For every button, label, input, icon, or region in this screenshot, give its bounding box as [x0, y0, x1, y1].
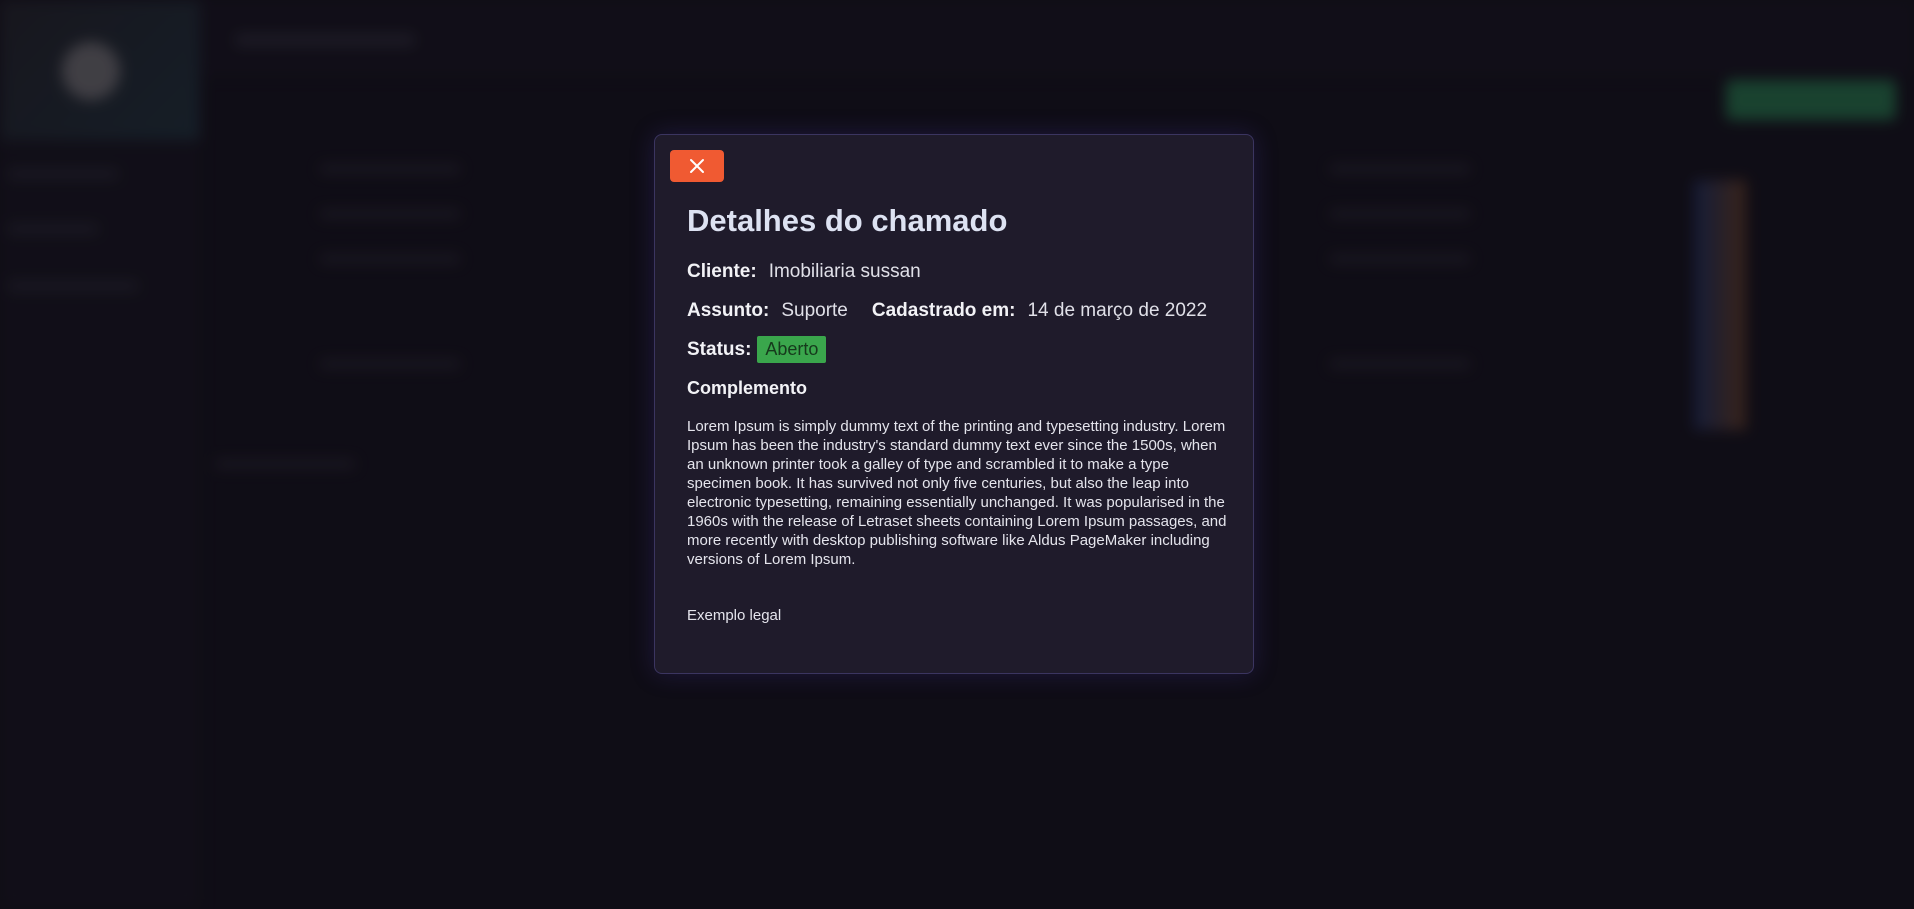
modal-title: Detalhes do chamado	[687, 203, 1008, 238]
subject-label: Assunto:	[687, 300, 770, 321]
created-label: Cadastrado em:	[871, 300, 1016, 321]
complement-note: Exemplo legal	[687, 607, 782, 624]
subject-row: Assunto: Suporte Cadastrado em: 14 de ma…	[687, 300, 1207, 322]
close-button[interactable]	[670, 150, 724, 182]
created-value: 14 de março de 2022	[1027, 300, 1208, 321]
close-icon	[690, 159, 704, 173]
client-label: Cliente:	[687, 261, 757, 282]
complement-title: Complemento	[687, 378, 808, 398]
subject-value: Suporte	[781, 300, 848, 321]
status-label: Status:	[687, 338, 752, 360]
client-value: Imobiliaria sussan	[768, 261, 921, 282]
status-row: Status: Aberto	[687, 336, 827, 363]
complement-text: Lorem Ipsum is simply dummy text of the …	[687, 418, 1227, 568]
client-row: Cliente: Imobiliaria sussan	[687, 261, 921, 283]
status-badge: Aberto	[757, 336, 827, 363]
ticket-details-modal: Detalhes do chamado Cliente: Imobiliaria…	[654, 134, 1254, 674]
